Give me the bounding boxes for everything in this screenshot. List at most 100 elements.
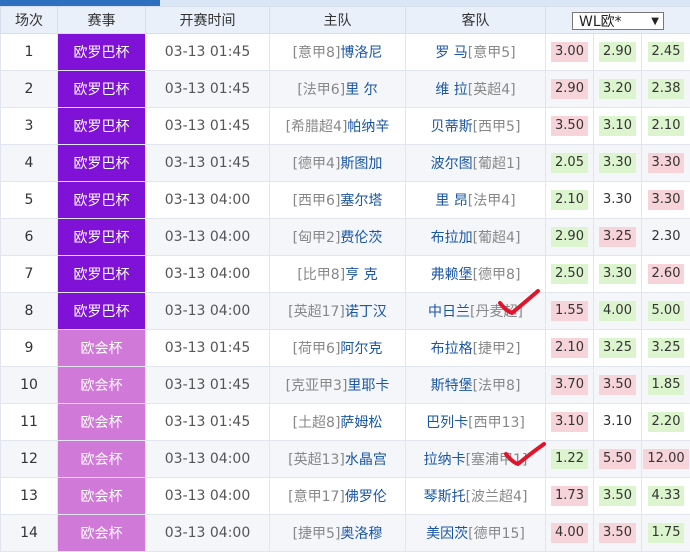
odds-away-win-cell[interactable]: 3.30 [642,182,690,219]
home-team-name[interactable]: 诺丁汉 [345,304,387,320]
away-team-cell[interactable]: 琴斯托[波兰超4] [406,478,546,515]
table-row[interactable]: 6欧罗巴杯03-13 04:00[匈甲2]费伦茨布拉加[葡超4]2.903.25… [1,219,690,256]
odds-home-win-cell[interactable]: 1.55 [546,293,594,330]
odds-draw[interactable]: 3.30 [599,153,636,173]
odds-away-win[interactable]: 12.00 [643,449,688,469]
away-team-cell[interactable]: 波尔图[葡超1] [406,145,546,182]
away-team-name[interactable]: 布拉加 [431,230,473,246]
odds-away-win[interactable]: 1.75 [648,523,685,543]
away-team-cell[interactable]: 里 昂[法甲4] [406,182,546,219]
odds-draw-cell[interactable]: 3.50 [594,515,642,552]
table-row[interactable]: 12欧会杯03-13 04:00[英超13]水晶宫拉纳卡[塞浦甲1]1.225.… [1,441,690,478]
odds-draw[interactable]: 3.50 [599,486,636,506]
odds-home-win[interactable]: 2.05 [551,153,588,173]
away-team-cell[interactable]: 美因茨[德甲15] [406,515,546,552]
home-team-name[interactable]: 博洛尼 [340,45,382,61]
odds-draw[interactable]: 3.30 [599,190,636,210]
odds-away-win[interactable]: 2.60 [648,264,685,284]
away-team-name[interactable]: 波尔图 [431,156,473,172]
away-team-cell[interactable]: 斯特堡[法甲8] [406,367,546,404]
league-badge[interactable]: 欧罗巴杯 [58,293,146,330]
odds-away-win-cell[interactable]: 2.20 [642,404,690,441]
league-badge[interactable]: 欧罗巴杯 [58,71,146,108]
odds-home-win[interactable]: 1.22 [551,449,588,469]
odds-draw-cell[interactable]: 3.30 [594,145,642,182]
away-team-name[interactable]: 弗赖堡 [431,267,473,283]
odds-away-win-cell[interactable]: 2.60 [642,256,690,293]
odds-draw-cell[interactable]: 3.50 [594,478,642,515]
table-row[interactable]: 9欧会杯03-13 01:45[荷甲6]阿尔克布拉格[捷甲2]2.103.253… [1,330,690,367]
away-team-name[interactable]: 巴列卡 [426,415,468,431]
away-team-name[interactable]: 维 拉 [435,82,467,98]
home-team-name[interactable]: 奥洛穆 [340,526,382,542]
odds-draw[interactable]: 5.50 [599,449,636,469]
odds-home-win-cell[interactable]: 3.00 [546,34,594,71]
home-team-name[interactable]: 萨姆松 [340,415,382,431]
league-badge[interactable]: 欧罗巴杯 [58,256,146,293]
odds-draw-cell[interactable]: 3.10 [594,108,642,145]
home-team-name[interactable]: 佛罗伦 [345,489,387,505]
odds-home-win-cell[interactable]: 1.22 [546,441,594,478]
odds-away-win[interactable]: 2.10 [648,116,685,136]
odds-away-win-cell[interactable]: 4.33 [642,478,690,515]
away-team-name[interactable]: 拉纳卡 [424,452,466,468]
table-row[interactable]: 5欧罗巴杯03-13 04:00[西甲6]塞尔塔里 昂[法甲4]2.103.30… [1,182,690,219]
odds-away-win-cell[interactable]: 1.75 [642,515,690,552]
odds-home-win-cell[interactable]: 3.50 [546,108,594,145]
odds-away-win-cell[interactable]: 2.45 [642,34,690,71]
odds-home-win[interactable]: 2.50 [551,264,588,284]
away-team-cell[interactable]: 布拉加[葡超4] [406,219,546,256]
odds-away-win-cell[interactable]: 5.00 [642,293,690,330]
odds-draw[interactable]: 3.50 [599,375,636,395]
league-badge[interactable]: 欧会杯 [58,441,146,478]
odds-home-win-cell[interactable]: 2.50 [546,256,594,293]
home-team-name[interactable]: 亨 克 [345,267,377,283]
odds-home-win-cell[interactable]: 2.10 [546,330,594,367]
away-team-cell[interactable]: 布拉格[捷甲2] [406,330,546,367]
odds-away-win[interactable]: 1.85 [648,375,685,395]
odds-home-win[interactable]: 3.70 [551,375,588,395]
league-badge[interactable]: 欧罗巴杯 [58,34,146,71]
home-team-cell[interactable]: [比甲8]亨 克 [270,256,406,293]
odds-draw-cell[interactable]: 3.30 [594,256,642,293]
table-row[interactable]: 1欧罗巴杯03-13 01:45[意甲8]博洛尼罗 马[意甲5]3.002.90… [1,34,690,71]
home-team-name[interactable]: 斯图加 [340,156,382,172]
odds-draw-cell[interactable]: 3.25 [594,219,642,256]
league-badge[interactable]: 欧罗巴杯 [58,145,146,182]
odds-company-select[interactable]: WL欧* ▼ [572,12,664,30]
home-team-cell[interactable]: [法甲6]里 尔 [270,71,406,108]
odds-draw-cell[interactable]: 3.50 [594,367,642,404]
odds-home-win-cell[interactable]: 2.90 [546,71,594,108]
home-team-name[interactable]: 阿尔克 [340,341,382,357]
odds-away-win[interactable]: 5.00 [648,301,685,321]
home-team-name[interactable]: 费伦茨 [340,230,382,246]
home-team-name[interactable]: 水晶宫 [345,452,387,468]
odds-away-win-cell[interactable]: 1.85 [642,367,690,404]
table-row[interactable]: 8欧罗巴杯03-13 04:00[英超17]诺丁汉中日兰[丹麦超]1.554.0… [1,293,690,330]
odds-draw[interactable]: 2.90 [599,42,636,62]
odds-home-win[interactable]: 2.10 [551,190,588,210]
odds-away-win[interactable]: 3.30 [648,190,685,210]
odds-away-win[interactable]: 3.30 [648,153,685,173]
odds-home-win-cell[interactable]: 3.10 [546,404,594,441]
league-badge[interactable]: 欧会杯 [58,404,146,441]
league-badge[interactable]: 欧会杯 [58,478,146,515]
odds-draw-cell[interactable]: 2.90 [594,34,642,71]
home-team-cell[interactable]: [匈甲2]费伦茨 [270,219,406,256]
odds-draw[interactable]: 3.25 [599,338,636,358]
home-team-name[interactable]: 里耶卡 [347,378,389,394]
odds-away-win[interactable]: 2.38 [648,79,685,99]
odds-away-win[interactable]: 2.30 [648,227,685,247]
home-team-cell[interactable]: [捷甲5]奥洛穆 [270,515,406,552]
odds-away-win-cell[interactable]: 3.25 [642,330,690,367]
odds-draw-cell[interactable]: 3.25 [594,330,642,367]
away-team-name[interactable]: 琴斯托 [424,489,466,505]
home-team-name[interactable]: 帕纳辛 [347,119,389,135]
odds-home-win-cell[interactable]: 2.90 [546,219,594,256]
home-team-cell[interactable]: [英超13]水晶宫 [270,441,406,478]
odds-home-win[interactable]: 2.10 [551,338,588,358]
odds-away-win-cell[interactable]: 2.30 [642,219,690,256]
odds-draw[interactable]: 3.10 [599,412,636,432]
home-team-cell[interactable]: [土超8]萨姆松 [270,404,406,441]
home-team-cell[interactable]: [意甲17]佛罗伦 [270,478,406,515]
